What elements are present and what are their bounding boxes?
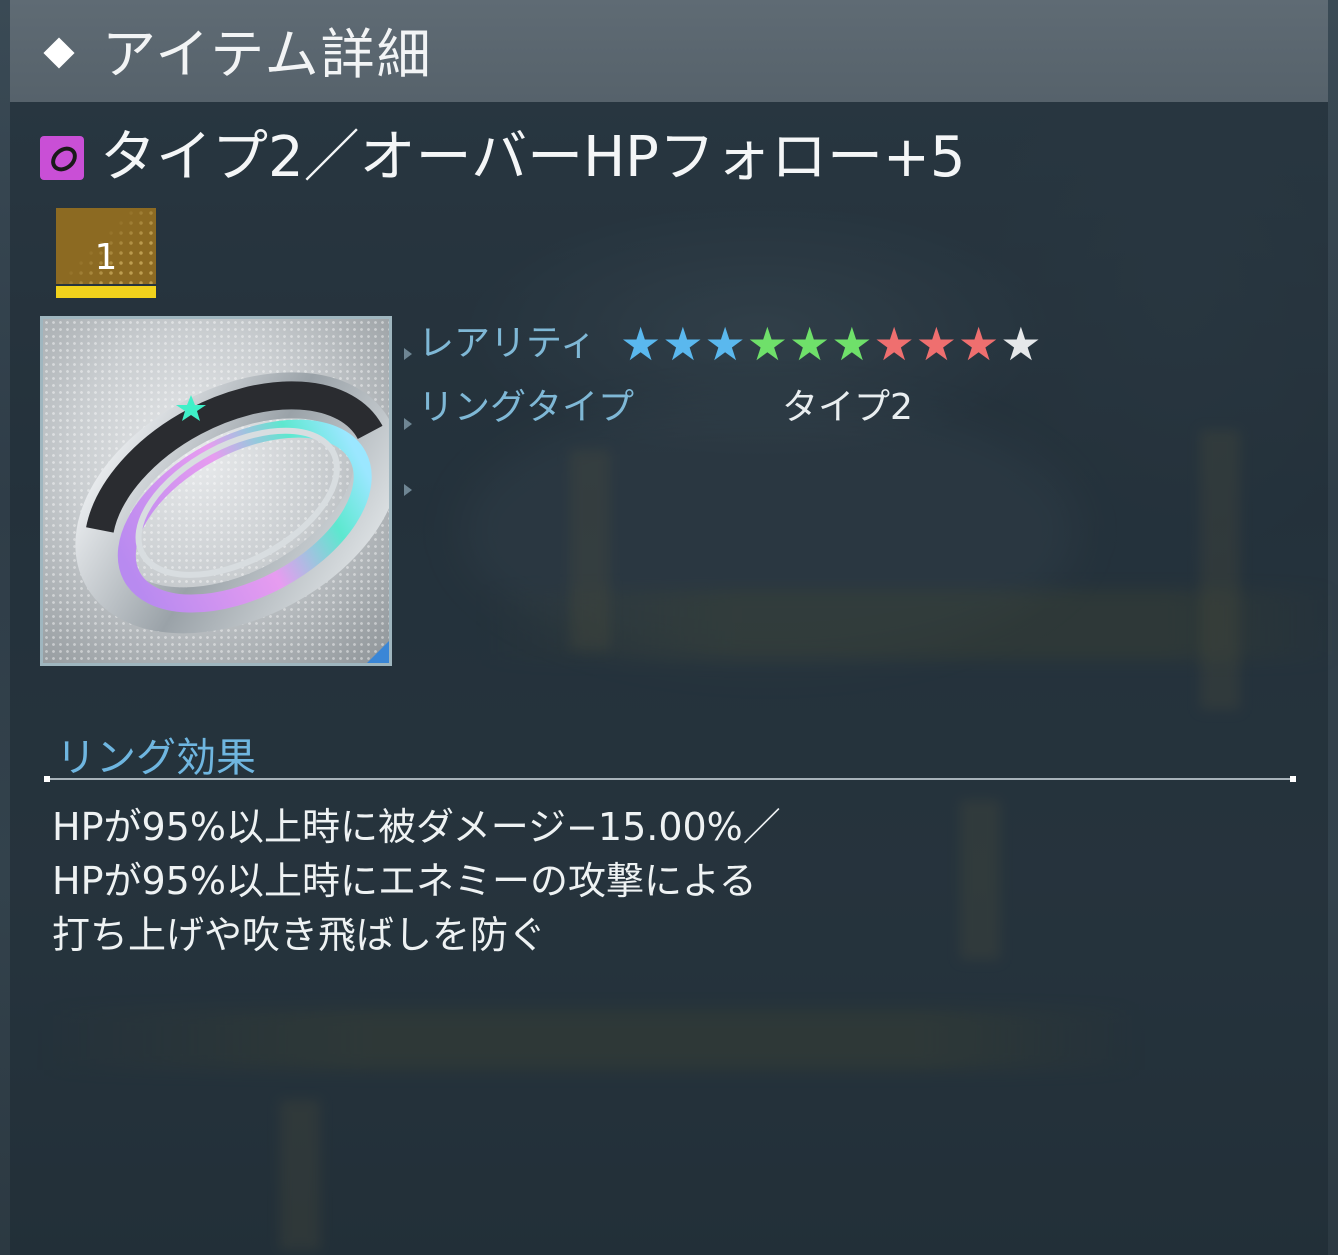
level-badge-bar: [56, 286, 156, 298]
star-icon: ★: [1000, 317, 1042, 371]
page-title: アイテム詳細: [102, 23, 433, 86]
star-icon: ★: [873, 317, 915, 371]
effect-line: HPが95%以上時にエネミーの攻撃による: [52, 859, 757, 903]
star-icon: ★: [746, 317, 788, 371]
divider: [44, 776, 1296, 782]
star-icon: ★: [831, 317, 873, 371]
effect-line: 打ち上げや吹き飛ばしを防ぐ: [52, 913, 547, 957]
star-icon: ★: [704, 317, 746, 371]
level-badge: 1: [56, 208, 156, 298]
rarity-stars: ★ ★ ★ ★ ★ ★ ★ ★ ★ ★: [620, 320, 1042, 368]
row-marker: [404, 484, 412, 496]
star-icon: ★: [620, 317, 662, 371]
frame-corner-marker: [367, 641, 389, 663]
rarity-label: レアリティ: [418, 323, 596, 364]
ring-icon-glyph: [46, 141, 82, 177]
level-number: 1: [94, 237, 118, 278]
effect-line: HPが95%以上時に被ダメージ−15.00%／: [52, 805, 781, 849]
star-icon: ★: [789, 317, 831, 371]
row-marker: [404, 348, 412, 360]
ring-type-label: リングタイプ: [418, 387, 635, 428]
star-icon: ★: [662, 317, 704, 371]
row-marker: [404, 418, 412, 430]
ring-image: [75, 372, 389, 634]
star-icon: ★: [915, 317, 957, 371]
ring-type-value: タイプ2: [782, 387, 913, 428]
star-icon: ★: [958, 317, 1000, 371]
item-image-frame: [40, 316, 392, 666]
item-name: タイプ2／オーバーHPフォロー+5: [100, 125, 966, 190]
ring-icon: [40, 136, 84, 180]
